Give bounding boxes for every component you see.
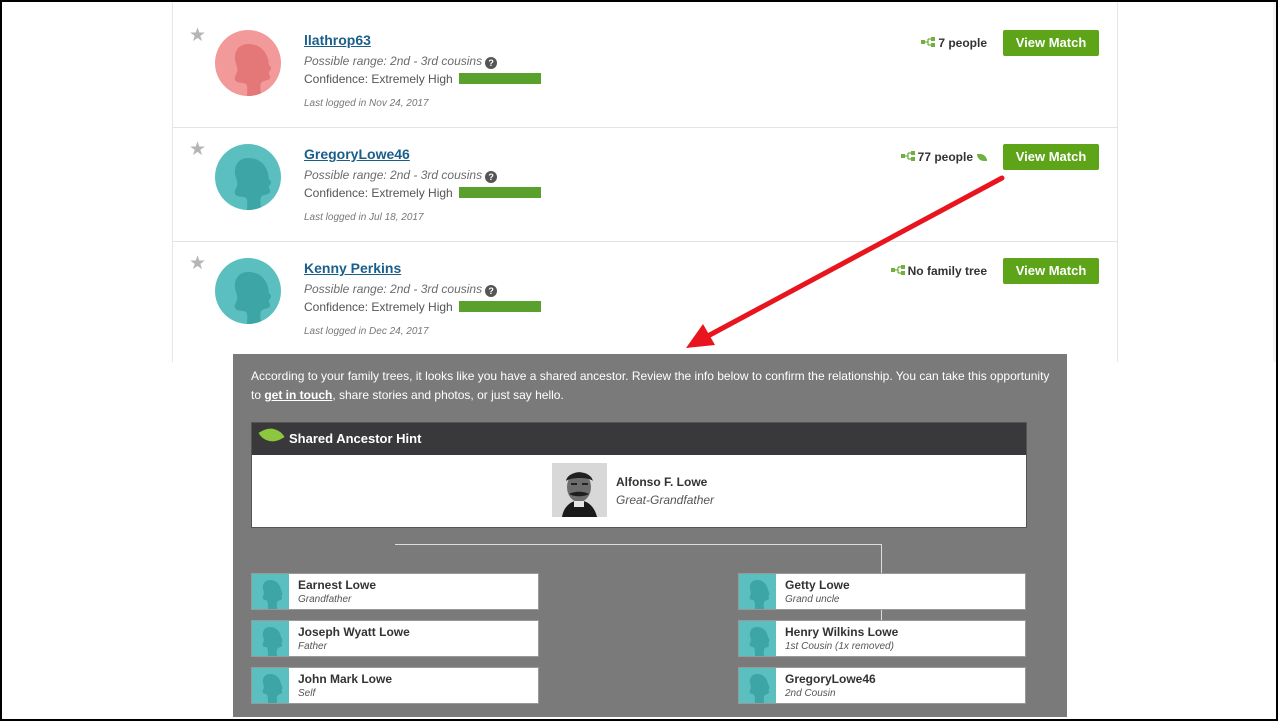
match-row: ★ Kenny Perkins Possible range: 2nd - 3r… — [173, 242, 1117, 356]
lineage-person-card[interactable]: Joseph Wyatt Lowe Father — [251, 620, 539, 657]
card-title: Shared Ancestor Hint — [289, 431, 422, 446]
match-username-link[interactable]: Kenny Perkins — [304, 260, 401, 276]
lineage-person-card[interactable]: Earnest Lowe Grandfather — [251, 573, 539, 610]
lineage-person-card[interactable]: John Mark Lowe Self — [251, 667, 539, 704]
avatar-silhouette-icon — [234, 272, 272, 324]
possible-range-text: Possible range: 2nd - 3rd cousins? — [304, 54, 498, 69]
person-name: Earnest Lowe — [298, 578, 377, 592]
family-tree-info[interactable]: 7 people — [921, 36, 987, 50]
person-relation: Father — [298, 641, 327, 652]
question-icon[interactable]: ? — [485, 171, 498, 183]
get-in-touch-link[interactable]: get in touch — [264, 388, 332, 402]
family-tree-icon — [921, 37, 936, 47]
person-avatar — [739, 621, 776, 656]
last-logged-text: Last logged in Jul 18, 2017 — [304, 212, 424, 223]
possible-range-label: Possible range: 2nd - 3rd cousins — [304, 282, 483, 296]
confidence-bar — [458, 301, 541, 312]
hint-outro: , share stories and photos, or just say … — [332, 388, 564, 402]
last-logged-text: Last logged in Nov 24, 2017 — [304, 98, 429, 109]
match-username-link[interactable]: GregoryLowe46 — [304, 146, 410, 162]
view-match-button[interactable]: View Match — [1003, 144, 1099, 170]
lineage-person-card[interactable]: Henry Wilkins Lowe 1st Cousin (1x remove… — [738, 620, 1026, 657]
avatar — [215, 258, 281, 324]
person-avatar — [252, 668, 289, 703]
shared-ancestor-panel: According to your family trees, it looks… — [233, 354, 1067, 717]
person-name: John Mark Lowe — [298, 672, 393, 686]
last-logged-text: Last logged in Dec 24, 2017 — [304, 326, 429, 337]
ancestor-relation: Great-Grandfather — [616, 493, 715, 507]
family-tree-info[interactable]: 77 people — [900, 150, 987, 164]
lineage-person-card[interactable]: GregoryLowe46 2nd Cousin — [738, 667, 1026, 704]
confidence-label: Confidence: Extremely High — [304, 72, 453, 86]
avatar-silhouette-icon — [234, 44, 272, 96]
confidence-text: Confidence: Extremely High — [304, 72, 541, 86]
avatar-silhouette-icon — [749, 580, 770, 609]
tree-size-label: 7 people — [938, 36, 987, 50]
star-icon[interactable]: ★ — [189, 26, 206, 45]
question-icon[interactable]: ? — [485, 57, 498, 69]
avatar-silhouette-icon — [262, 627, 283, 656]
person-name: GregoryLowe46 — [785, 672, 876, 686]
card-header: Shared Ancestor Hint — [252, 423, 1026, 455]
person-relation: 1st Cousin (1x removed) — [785, 641, 894, 652]
tree-size-label: No family tree — [907, 264, 987, 278]
star-icon[interactable]: ★ — [189, 254, 206, 273]
hint-intro-text: According to your family trees, it looks… — [251, 367, 1051, 405]
match-username-link[interactable]: llathrop63 — [304, 32, 371, 48]
confidence-text: Confidence: Extremely High — [304, 300, 541, 314]
family-tree-info: No family tree — [890, 264, 987, 278]
person-relation: 2nd Cousin — [785, 688, 836, 699]
possible-range-label: Possible range: 2nd - 3rd cousins — [304, 54, 483, 68]
person-name: Joseph Wyatt Lowe — [298, 625, 410, 639]
person-relation: Self — [298, 688, 316, 699]
possible-range-label: Possible range: 2nd - 3rd cousins — [304, 168, 483, 182]
star-icon[interactable]: ★ — [189, 140, 206, 159]
screenshot-frame: ★ llathrop63 Possible range: 2nd - 3rd c… — [0, 0, 1278, 721]
avatar-silhouette-icon — [749, 674, 770, 703]
tree-size-label: 77 people — [917, 150, 973, 164]
view-match-button[interactable]: View Match — [1003, 258, 1099, 284]
avatar-silhouette-icon — [262, 674, 283, 703]
question-icon[interactable]: ? — [485, 285, 498, 297]
view-match-button[interactable]: View Match — [1003, 30, 1099, 56]
person-avatar — [739, 574, 776, 609]
confidence-bar — [458, 73, 541, 84]
confidence-label: Confidence: Extremely High — [304, 300, 453, 314]
avatar-silhouette-icon — [749, 627, 770, 656]
scroll-strip — [1273, 2, 1276, 362]
person-name: Getty Lowe — [785, 578, 850, 592]
person-name: Henry Wilkins Lowe — [785, 625, 899, 639]
leaf-icon — [977, 154, 987, 161]
family-tree-icon — [890, 265, 905, 275]
confidence-text: Confidence: Extremely High — [304, 186, 541, 200]
ancestor-photo[interactable] — [552, 463, 607, 517]
shared-ancestor-card: Shared Ancestor Hint Alfonso F. Lowe Gre… — [251, 422, 1027, 528]
leaf-icon — [258, 423, 285, 447]
avatar — [215, 144, 281, 210]
possible-range-text: Possible range: 2nd - 3rd cousins? — [304, 168, 498, 183]
person-relation: Grandfather — [298, 594, 352, 605]
person-relation: Grand uncle — [785, 594, 840, 605]
match-row: ★ GregoryLowe46 Possible range: 2nd - 3r… — [173, 128, 1117, 242]
confidence-label: Confidence: Extremely High — [304, 186, 453, 200]
avatar — [215, 30, 281, 96]
avatar-silhouette-icon — [234, 158, 272, 210]
confidence-bar — [458, 187, 541, 198]
person-avatar — [739, 668, 776, 703]
ancestor-name[interactable]: Alfonso F. Lowe — [616, 475, 707, 489]
lineage-person-card[interactable]: Getty Lowe Grand uncle — [738, 573, 1026, 610]
ancestor-portrait-image — [552, 463, 607, 517]
possible-range-text: Possible range: 2nd - 3rd cousins? — [304, 282, 498, 297]
avatar-silhouette-icon — [262, 580, 283, 609]
family-tree-icon — [900, 151, 915, 161]
connector-line — [395, 544, 882, 545]
person-avatar — [252, 574, 289, 609]
match-row: ★ llathrop63 Possible range: 2nd - 3rd c… — [173, 14, 1117, 128]
person-avatar — [252, 621, 289, 656]
match-list: ★ llathrop63 Possible range: 2nd - 3rd c… — [172, 2, 1276, 362]
